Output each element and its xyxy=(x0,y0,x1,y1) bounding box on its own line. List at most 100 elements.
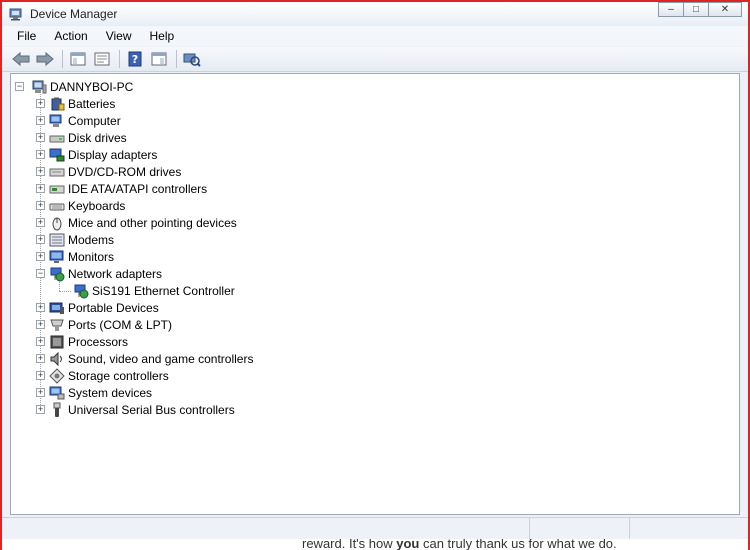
device-manager-icon xyxy=(9,8,22,21)
tree-item-computer[interactable]: + Computer xyxy=(36,112,121,129)
expand-toggle[interactable]: + xyxy=(36,116,45,125)
toolbar-separator xyxy=(62,50,63,68)
close-button[interactable]: ✕ xyxy=(708,2,742,17)
expand-toggle[interactable]: + xyxy=(36,252,45,261)
window-controls: – □ ✕ xyxy=(658,2,742,17)
ide-controller-icon xyxy=(49,185,65,193)
forward-button[interactable] xyxy=(34,49,56,69)
tree-item-usb-controllers[interactable]: + Universal Serial Bus controllers xyxy=(36,401,235,418)
disk-drive-icon xyxy=(49,135,65,142)
tree-item-storage-controllers[interactable]: + Storage controllers xyxy=(36,367,169,384)
tree-item-mice[interactable]: + Mice and other pointing devices xyxy=(36,214,237,231)
expand-toggle[interactable]: + xyxy=(36,371,45,380)
battery-icon xyxy=(51,97,65,110)
tree-item-ide-controllers[interactable]: + IDE ATA/ATAPI controllers xyxy=(36,180,207,197)
tree-item-sound-controllers[interactable]: + Sound, video and game controllers xyxy=(36,350,253,367)
modem-icon xyxy=(49,233,65,246)
show-hide-console-tree-icon xyxy=(70,52,86,66)
expand-toggle[interactable]: + xyxy=(36,184,45,193)
tree-item-processors[interactable]: + Processors xyxy=(36,333,128,350)
properties-button[interactable] xyxy=(91,49,113,69)
tree-item-network-adapters[interactable]: − Network adapters xyxy=(36,265,162,282)
expand-toggle[interactable]: + xyxy=(36,337,45,346)
collapse-toggle[interactable]: − xyxy=(36,269,45,278)
expand-toggle[interactable]: + xyxy=(36,133,45,142)
tree-item-system-devices[interactable]: + System devices xyxy=(36,384,152,401)
tree-item-sis191-ethernet[interactable]: SiS191 Ethernet Controller xyxy=(73,282,235,299)
properties-icon xyxy=(94,52,110,66)
expand-toggle[interactable]: + xyxy=(36,218,45,227)
expand-toggle[interactable]: + xyxy=(36,201,45,210)
tree-item-monitors[interactable]: + Monitors xyxy=(36,248,114,265)
title-bar[interactable]: Device Manager – □ ✕ xyxy=(2,2,748,26)
storage-controller-icon xyxy=(49,367,65,384)
toolbar: ? xyxy=(2,47,748,72)
action-pane-icon xyxy=(151,52,167,66)
maximize-button[interactable]: □ xyxy=(683,2,709,17)
tree-item-label: IDE ATA/ATAPI controllers xyxy=(68,181,208,196)
minimize-button[interactable]: – xyxy=(658,2,684,17)
expand-toggle[interactable]: + xyxy=(36,303,45,312)
scan-hardware-changes-button[interactable] xyxy=(181,49,203,69)
tree-item-portable-devices[interactable]: + Portable Devices xyxy=(36,299,159,316)
expand-toggle[interactable]: + xyxy=(36,388,45,397)
computer-icon xyxy=(32,80,47,93)
window-title: Device Manager xyxy=(30,7,118,21)
dvd-drive-icon xyxy=(49,168,65,176)
forward-arrow-icon xyxy=(36,52,54,66)
tree-item-display-adapters[interactable]: + Display adapters xyxy=(36,146,157,163)
tree-item-ports[interactable]: + Ports (COM & LPT) xyxy=(36,316,172,333)
status-bar xyxy=(2,517,748,539)
tree-connector xyxy=(59,291,71,292)
collapse-toggle[interactable]: − xyxy=(15,82,24,91)
svg-text:?: ? xyxy=(132,53,138,66)
tree-item-label: Storage controllers xyxy=(68,368,169,383)
keyboard-icon xyxy=(49,203,65,210)
back-arrow-icon xyxy=(12,52,30,66)
sound-icon xyxy=(50,351,62,366)
expand-toggle[interactable]: + xyxy=(36,320,45,329)
scan-hardware-changes-icon xyxy=(183,53,201,67)
tree-root[interactable]: − DANNYBOI-PC xyxy=(15,78,133,95)
tree-item-label: Monitors xyxy=(68,249,115,264)
help-button[interactable]: ? xyxy=(124,49,146,69)
tree-item-label: Modems xyxy=(68,232,115,247)
tree-item-modems[interactable]: + Modems xyxy=(36,231,114,248)
device-manager-window: Device Manager – □ ✕ File Action View He… xyxy=(0,0,750,550)
menu-view[interactable]: View xyxy=(97,26,141,46)
tree-item-dvd-drives[interactable]: + DVD/CD-ROM drives xyxy=(36,163,181,180)
display-adapter-icon xyxy=(49,148,65,161)
device-tree: − DANNYBOI-PC + Batteries + Computer + D… xyxy=(11,74,739,514)
menu-help[interactable]: Help xyxy=(141,26,184,46)
portable-device-icon xyxy=(49,302,64,314)
monitor-icon xyxy=(49,250,64,263)
tree-item-label: SiS191 Ethernet Controller xyxy=(92,283,235,298)
menu-action[interactable]: Action xyxy=(45,26,96,46)
network-adapter-icon xyxy=(74,284,89,298)
menu-file[interactable]: File xyxy=(2,26,45,46)
show-hide-console-tree-button[interactable] xyxy=(67,49,89,69)
device-tree-pane[interactable]: − DANNYBOI-PC + Batteries + Computer + D… xyxy=(10,73,740,515)
tree-item-label: Ports (COM & LPT) xyxy=(68,317,173,332)
expand-toggle[interactable]: + xyxy=(36,167,45,176)
expand-toggle[interactable]: + xyxy=(36,99,45,108)
tree-item-disk-drives[interactable]: + Disk drives xyxy=(36,129,127,146)
menu-bar: File Action View Help xyxy=(2,26,748,46)
toolbar-separator xyxy=(176,50,177,68)
tree-item-label: Display adapters xyxy=(68,147,158,162)
computer-name: DANNYBOI-PC xyxy=(50,79,134,94)
tree-connector xyxy=(59,282,60,291)
network-adapter-icon xyxy=(50,267,65,281)
tree-item-label: Keyboards xyxy=(68,198,126,213)
expand-toggle[interactable]: + xyxy=(36,405,45,414)
expand-toggle[interactable]: + xyxy=(36,150,45,159)
action-pane-button[interactable] xyxy=(148,49,170,69)
tree-item-label: Mice and other pointing devices xyxy=(68,215,237,230)
tree-item-keyboards[interactable]: + Keyboards xyxy=(36,197,125,214)
tree-item-label: Network adapters xyxy=(68,266,163,281)
tree-item-batteries[interactable]: + Batteries xyxy=(36,95,115,112)
expand-toggle[interactable]: + xyxy=(36,235,45,244)
back-button[interactable] xyxy=(10,49,32,69)
tree-item-label: DVD/CD-ROM drives xyxy=(68,164,182,179)
expand-toggle[interactable]: + xyxy=(36,354,45,363)
